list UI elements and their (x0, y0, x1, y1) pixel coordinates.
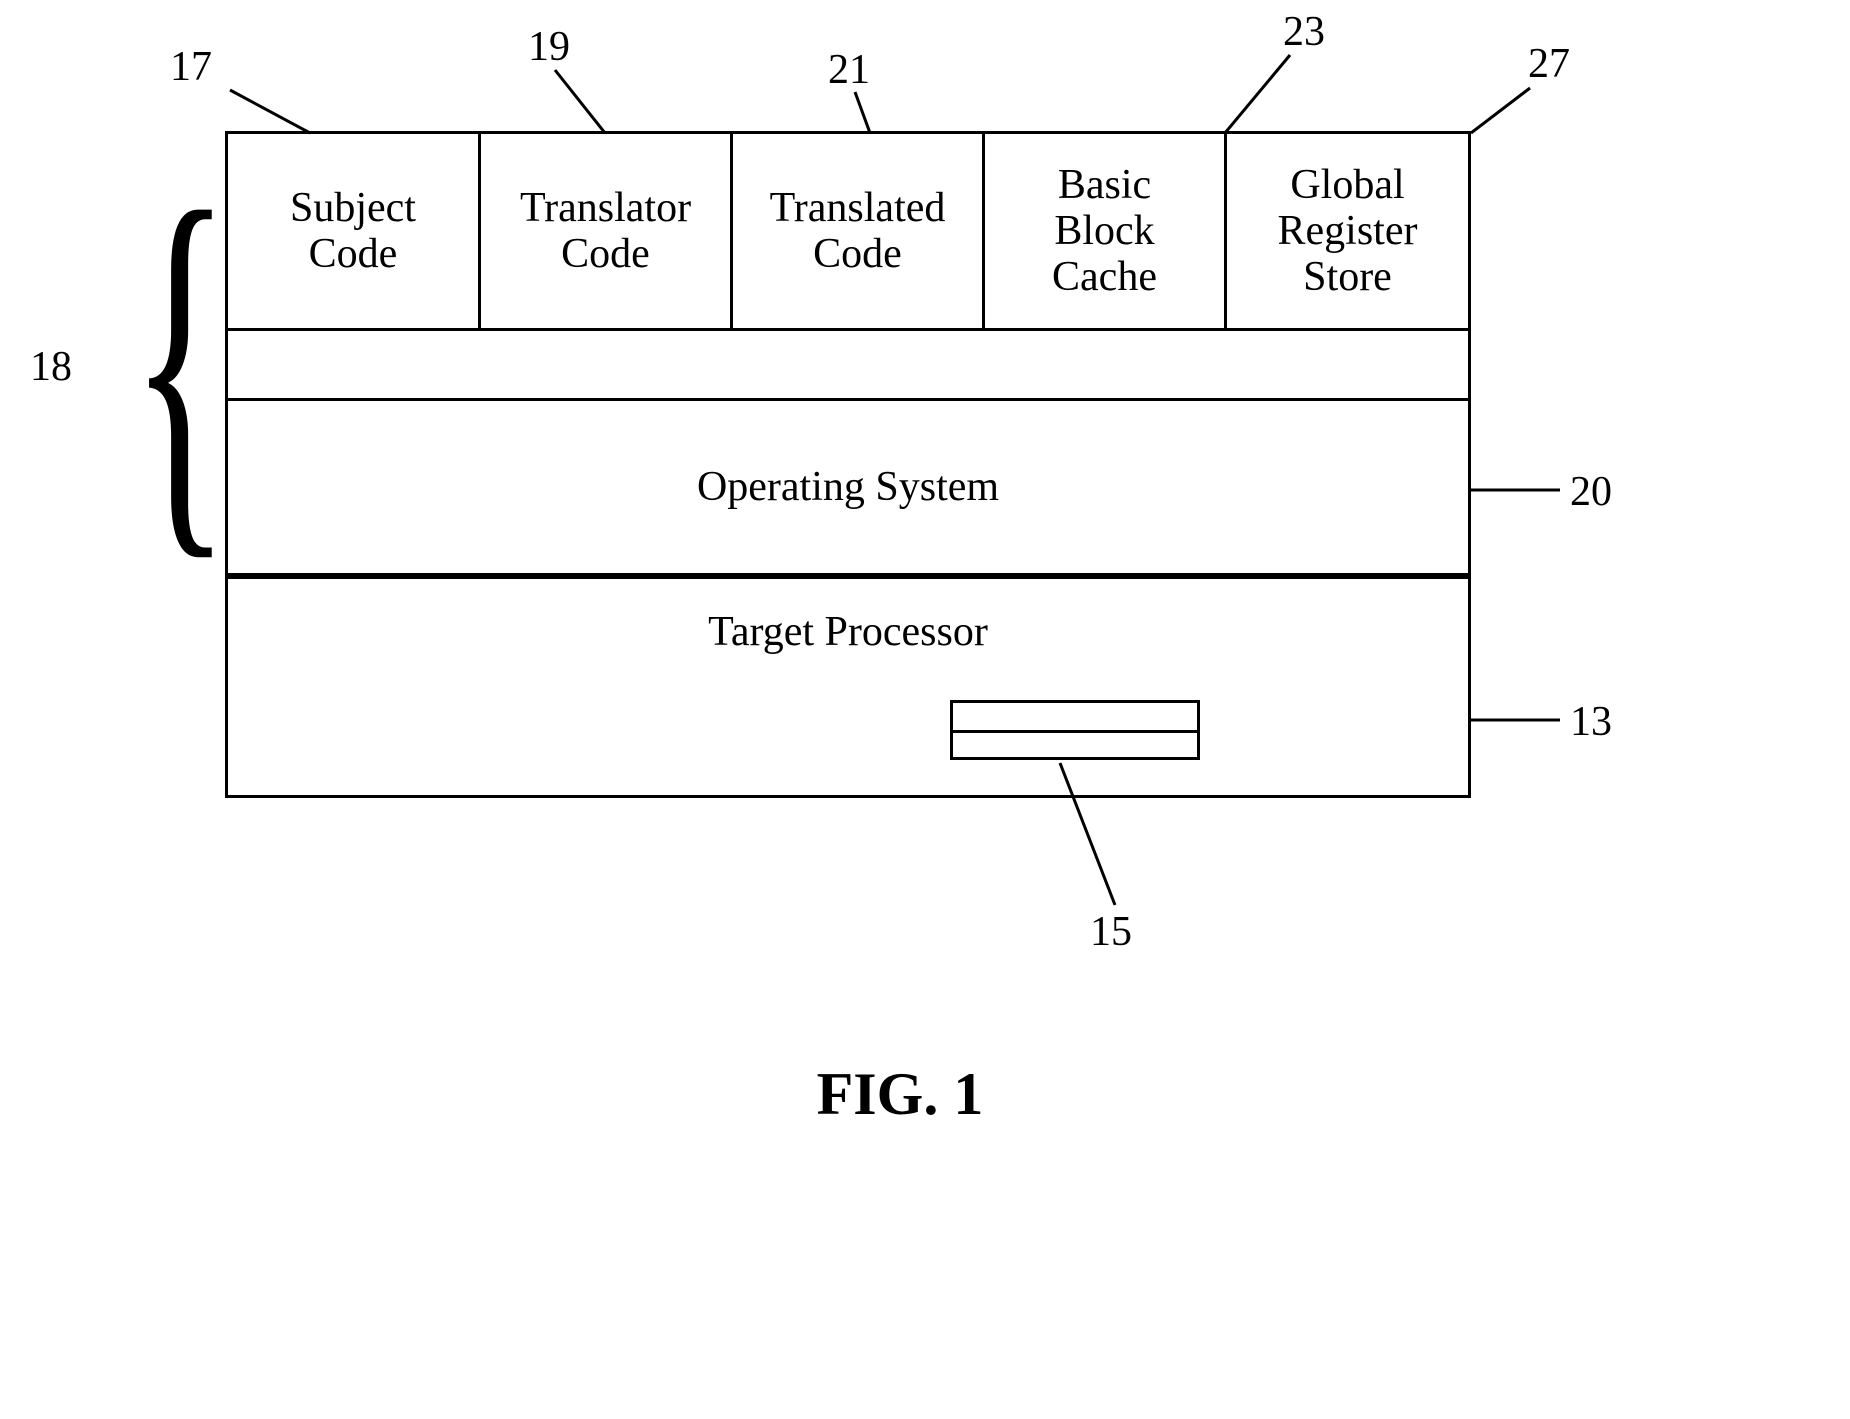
ref-17: 17 (170, 45, 212, 89)
ref-20: 20 (1570, 470, 1612, 514)
label-basic-block-cache: Basic Block Cache (985, 162, 1224, 301)
diagram-canvas: Subject Code Translator Code Translated … (0, 0, 1850, 1419)
label-operating-system: Operating System (228, 464, 1468, 510)
label-subject-code: Subject Code (228, 185, 478, 277)
label-translated-code: Translated Code (733, 185, 982, 277)
ref-21: 21 (828, 48, 870, 92)
brace-18: { (130, 150, 231, 570)
ref-19: 19 (528, 25, 570, 69)
row-operating-system: Operating System (225, 398, 1471, 576)
row-target-processor: Target Processor (225, 576, 1471, 798)
ref-27: 27 (1528, 42, 1570, 86)
ref-18: 18 (30, 345, 72, 389)
figure-caption: FIG. 1 (750, 1060, 1050, 1129)
cell-translator-code: Translator Code (478, 131, 733, 331)
cell-subject-code: Subject Code (225, 131, 481, 331)
label-translator-code: Translator Code (481, 185, 730, 277)
ref-13: 13 (1570, 700, 1612, 744)
ref-15: 15 (1090, 910, 1132, 954)
ref-23: 23 (1283, 10, 1325, 54)
label-global-register-store: Global Register Store (1227, 162, 1468, 301)
cell-global-register-store: Global Register Store (1224, 131, 1471, 331)
cell-translated-code: Translated Code (730, 131, 985, 331)
label-target-processor: Target Processor (228, 609, 1468, 655)
cell-basic-block-cache: Basic Block Cache (982, 131, 1227, 331)
small-register-divider (950, 730, 1200, 733)
